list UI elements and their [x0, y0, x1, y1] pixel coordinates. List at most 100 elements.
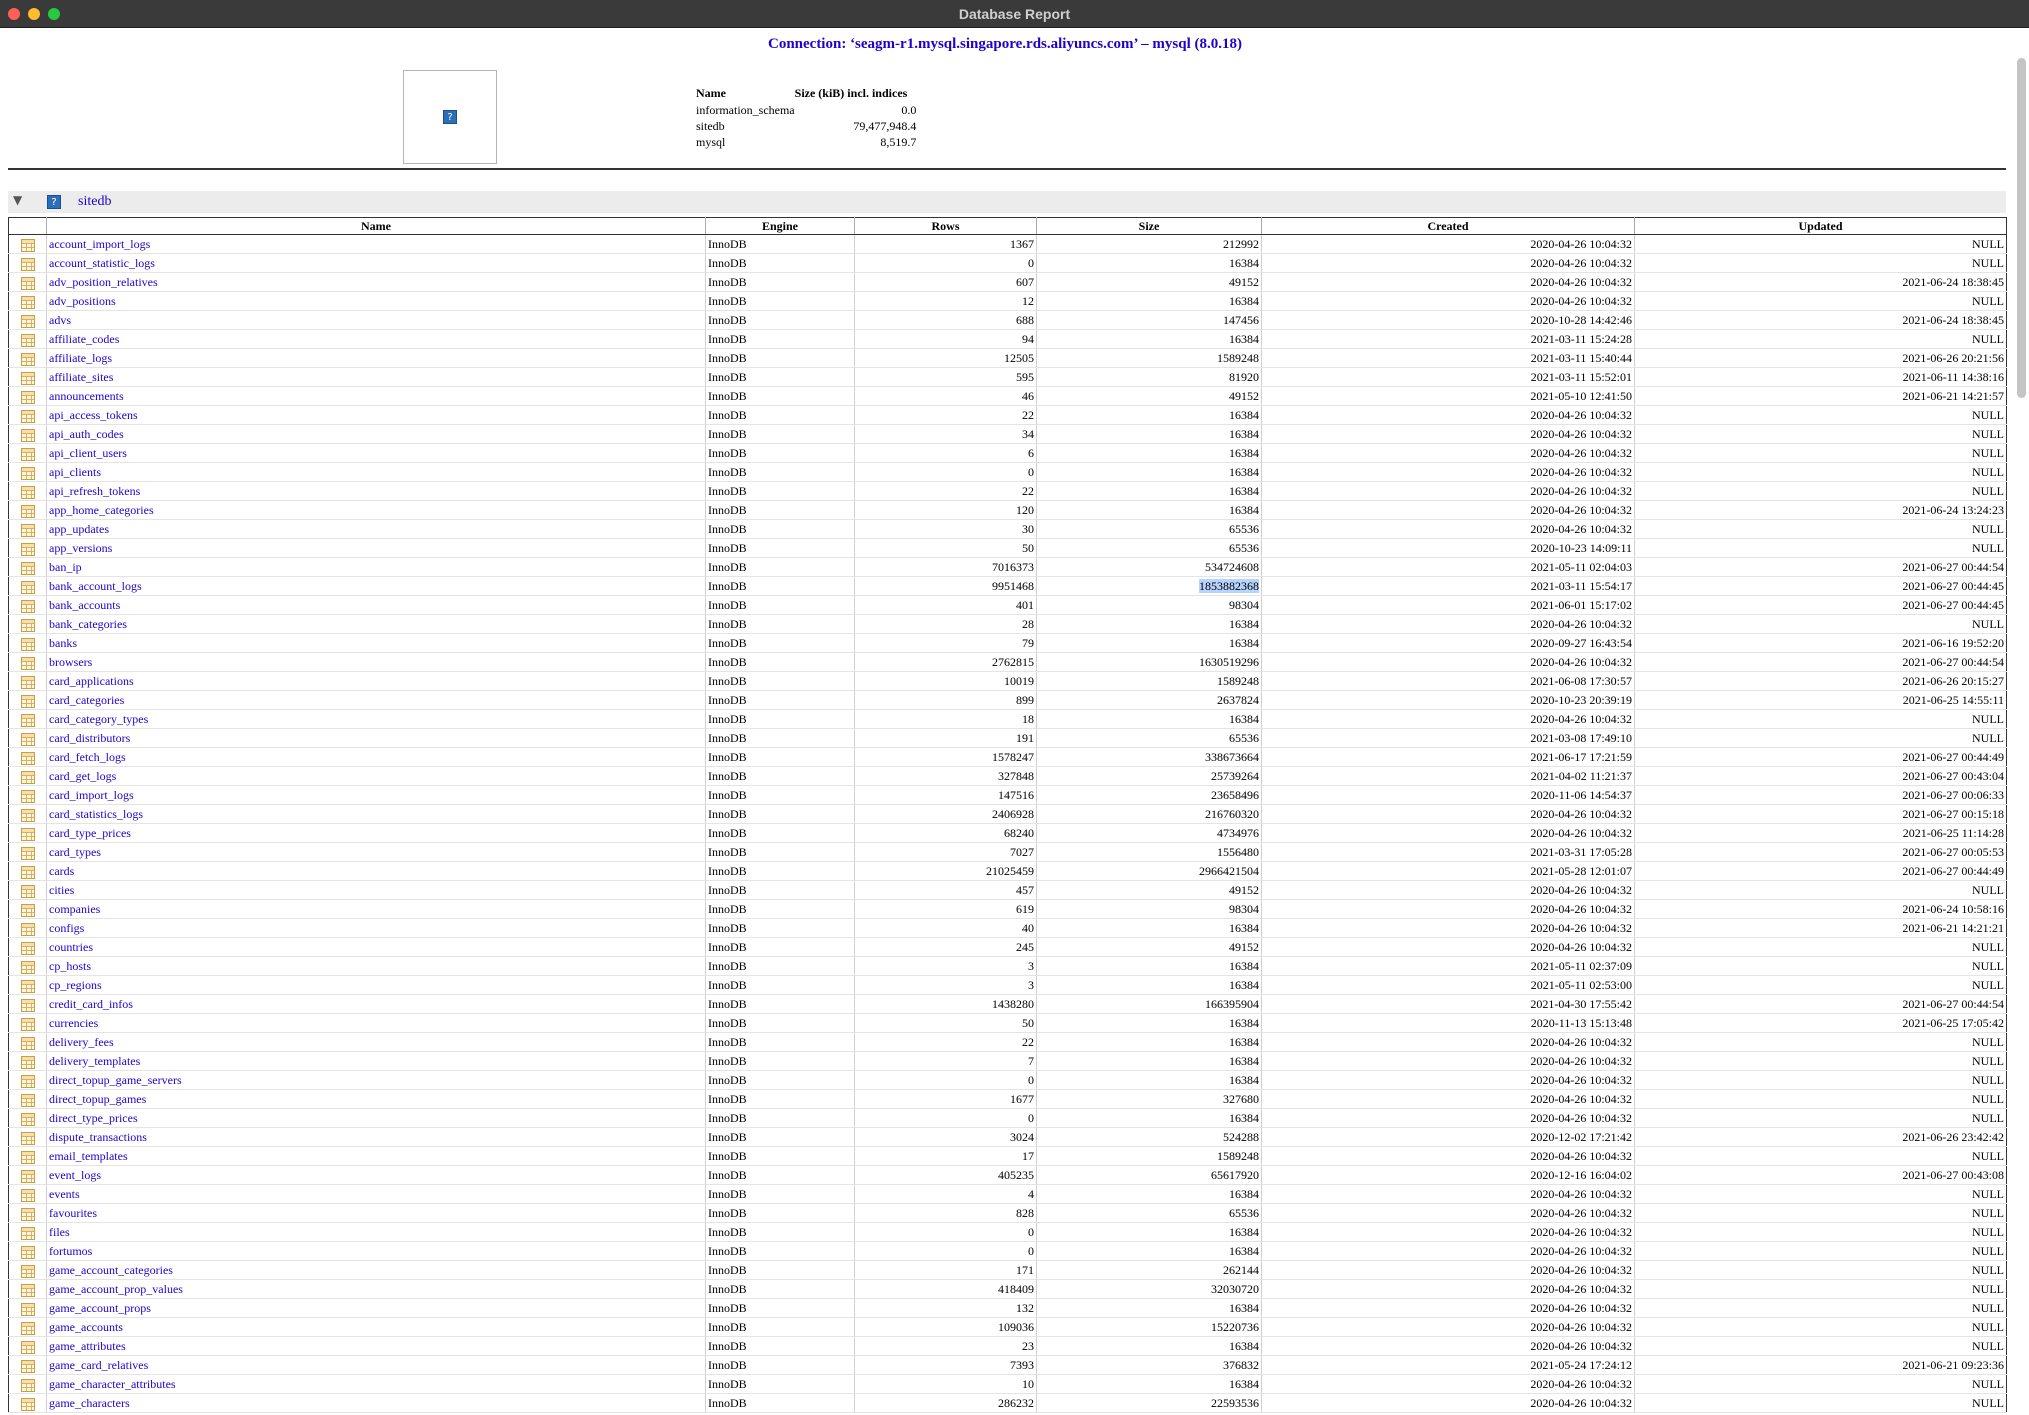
table-name-link[interactable]: app_updates: [46, 519, 706, 539]
rows-cell: 34: [854, 424, 1037, 444]
table-name-link[interactable]: configs: [46, 918, 706, 938]
table-header-rows[interactable]: Rows: [854, 217, 1037, 235]
table-name-link[interactable]: files: [46, 1222, 706, 1242]
table-name-link[interactable]: card_statistics_logs: [46, 804, 706, 824]
table-name-link[interactable]: api_access_tokens: [46, 405, 706, 425]
table-name-link[interactable]: adv_position_relatives: [46, 272, 706, 292]
vertical-scrollbar[interactable]: [2017, 58, 2026, 398]
table-name-link[interactable]: credit_card_infos: [46, 994, 706, 1014]
created-cell: 2021-05-24 17:24:12: [1261, 1355, 1635, 1375]
table-row: game_card_relatives InnoDB 7393 376832 2021-…: [8, 1355, 2007, 1375]
table-name-link[interactable]: app_home_categories: [46, 500, 706, 520]
table-name-link[interactable]: game_account_prop_values: [46, 1279, 706, 1299]
database-summary-table: Name Size (kiB) incl. indices informatio…: [696, 85, 916, 150]
created-cell: 2020-04-26 10:04:32: [1261, 1336, 1635, 1356]
table-row: favourites InnoDB 828 65536 2020-04-26 10:04…: [8, 1203, 2007, 1223]
table-name-link[interactable]: companies: [46, 899, 706, 919]
table-header-name[interactable]: Name: [46, 217, 706, 235]
table-header-updated[interactable]: Updated: [1634, 217, 2007, 235]
table-name-link[interactable]: bank_account_logs: [46, 576, 706, 596]
table-name-link[interactable]: announcements: [46, 386, 706, 406]
table-name-link[interactable]: dispute_transactions: [46, 1127, 706, 1147]
table-name-link[interactable]: game_account_props: [46, 1298, 706, 1318]
table-name-link[interactable]: api_refresh_tokens: [46, 481, 706, 501]
table-grid-icon: [20, 504, 35, 518]
table-name-link[interactable]: event_logs: [46, 1165, 706, 1185]
updated-cell: 2021-06-26 20:15:27: [1634, 671, 2007, 691]
table-name-link[interactable]: card_types: [46, 842, 706, 862]
table-grid-icon: [20, 1359, 35, 1373]
updated-cell: NULL: [1634, 1279, 2007, 1299]
table-name-link[interactable]: fortumos: [46, 1241, 706, 1261]
table-name-link[interactable]: game_account_categories: [46, 1260, 706, 1280]
table-name-link[interactable]: browsers: [46, 652, 706, 672]
table-name-link[interactable]: bank_categories: [46, 614, 706, 634]
size-cell: 16384: [1036, 1013, 1262, 1033]
table-header-created[interactable]: Created: [1261, 217, 1635, 235]
table-name-link[interactable]: banks: [46, 633, 706, 653]
table-grid-icon: [20, 1378, 35, 1392]
table-name-link[interactable]: game_attributes: [46, 1336, 706, 1356]
selected-text[interactable]: 1853882368: [1199, 579, 1259, 593]
created-cell: 2020-04-26 10:04:32: [1261, 804, 1635, 824]
rows-cell: 171: [854, 1260, 1037, 1280]
table-name-link[interactable]: cp_hosts: [46, 956, 706, 976]
database-section-header[interactable]: ▼ ? sitedb: [8, 191, 2006, 213]
table-name-link[interactable]: card_import_logs: [46, 785, 706, 805]
table-name-link[interactable]: favourites: [46, 1203, 706, 1223]
table-cell-icon-wrap: [8, 1051, 47, 1071]
table-name-link[interactable]: app_versions: [46, 538, 706, 558]
created-cell: 2020-10-23 20:39:19: [1261, 690, 1635, 710]
table-name-link[interactable]: cards: [46, 861, 706, 881]
table-name-link[interactable]: card_applications: [46, 671, 706, 691]
table-header-engine[interactable]: Engine: [705, 217, 855, 235]
updated-cell: NULL: [1634, 1032, 2007, 1052]
table-name-link[interactable]: card_get_logs: [46, 766, 706, 786]
table-name-link[interactable]: card_fetch_logs: [46, 747, 706, 767]
size-cell: 16384: [1036, 1032, 1262, 1052]
table-cell-icon-wrap: [8, 462, 47, 482]
table-cell-icon-wrap: [8, 386, 47, 406]
table-name-link[interactable]: affiliate_sites: [46, 367, 706, 387]
collapse-arrow-icon[interactable]: ▼: [13, 193, 22, 207]
table-name-link[interactable]: direct_type_prices: [46, 1108, 706, 1128]
table-name-link[interactable]: ban_ip: [46, 557, 706, 577]
table-name-link[interactable]: game_characters: [46, 1393, 706, 1413]
updated-cell: NULL: [1634, 1070, 2007, 1090]
table-name-link[interactable]: game_character_attributes: [46, 1374, 706, 1394]
table-name-link[interactable]: affiliate_codes: [46, 329, 706, 349]
table-name-link[interactable]: account_statistic_logs: [46, 253, 706, 273]
table-name-link[interactable]: currencies: [46, 1013, 706, 1033]
table-name-link[interactable]: direct_topup_game_servers: [46, 1070, 706, 1090]
table-name-link[interactable]: delivery_fees: [46, 1032, 706, 1052]
table-name-link[interactable]: cities: [46, 880, 706, 900]
table-name-link[interactable]: game_accounts: [46, 1317, 706, 1337]
table-name-link[interactable]: api_auth_codes: [46, 424, 706, 444]
table-name-link[interactable]: account_import_logs: [46, 234, 706, 254]
table-name-link[interactable]: game_card_relatives: [46, 1355, 706, 1375]
table-name-link[interactable]: direct_topup_games: [46, 1089, 706, 1109]
updated-cell: NULL: [1634, 1374, 2007, 1394]
table-name-link[interactable]: affiliate_logs: [46, 348, 706, 368]
created-cell: 2021-03-11 15:54:17: [1261, 576, 1635, 596]
table-name-link[interactable]: delivery_templates: [46, 1051, 706, 1071]
table-name-link[interactable]: bank_accounts: [46, 595, 706, 615]
table-header-size[interactable]: Size: [1036, 217, 1262, 235]
rows-cell: 2762815: [854, 652, 1037, 672]
table-name-link[interactable]: cp_regions: [46, 975, 706, 995]
table-name-link[interactable]: email_templates: [46, 1146, 706, 1166]
database-name-link[interactable]: sitedb: [78, 194, 111, 210]
table-name-link[interactable]: advs: [46, 310, 706, 330]
table-name-link[interactable]: api_clients: [46, 462, 706, 482]
rows-cell: 3024: [854, 1127, 1037, 1147]
table-name-link[interactable]: adv_positions: [46, 291, 706, 311]
table-name-link[interactable]: card_distributors: [46, 728, 706, 748]
rows-cell: 245: [854, 937, 1037, 957]
table-name-link[interactable]: events: [46, 1184, 706, 1204]
table-name-link[interactable]: api_client_users: [46, 443, 706, 463]
table-name-link[interactable]: card_category_types: [46, 709, 706, 729]
table-grid-icon: [20, 1150, 35, 1164]
table-name-link[interactable]: card_categories: [46, 690, 706, 710]
table-name-link[interactable]: card_type_prices: [46, 823, 706, 843]
table-name-link[interactable]: countries: [46, 937, 706, 957]
